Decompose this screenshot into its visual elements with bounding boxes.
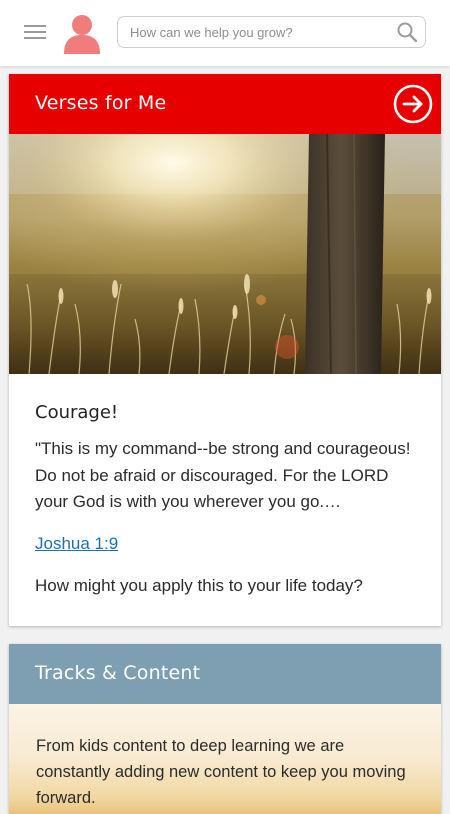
search-icon[interactable] [397, 22, 418, 43]
verse-hero-image [9, 134, 441, 374]
menu-icon[interactable] [24, 24, 46, 40]
search-input[interactable] [130, 17, 390, 47]
user-avatar-icon[interactable] [63, 14, 101, 54]
tracks-card-title: Tracks & Content [35, 662, 201, 684]
search-bar [117, 16, 426, 48]
arrow-right-circle-icon[interactable] [393, 84, 433, 124]
verses-card-title: Verses for Me [35, 92, 167, 114]
tracks-card-header[interactable]: Tracks & Content [9, 644, 441, 704]
verse-reference-link[interactable]: Joshua 1:9 [35, 534, 118, 554]
verse-text: "This is my command--be strong and coura… [35, 439, 411, 511]
verses-card-header[interactable]: Verses for Me [9, 74, 441, 134]
reflection-question: How might you apply this to your life to… [35, 576, 363, 595]
verse-title: Courage! [35, 402, 119, 423]
tracks-description: From kids content to deep learning we ar… [36, 737, 406, 807]
tracks-content-card: Tracks & Content From kids content to de… [9, 644, 441, 814]
verses-for-me-card: Verses for Me Courage! "This is my comma… [9, 74, 441, 626]
top-app-bar [0, 0, 450, 66]
